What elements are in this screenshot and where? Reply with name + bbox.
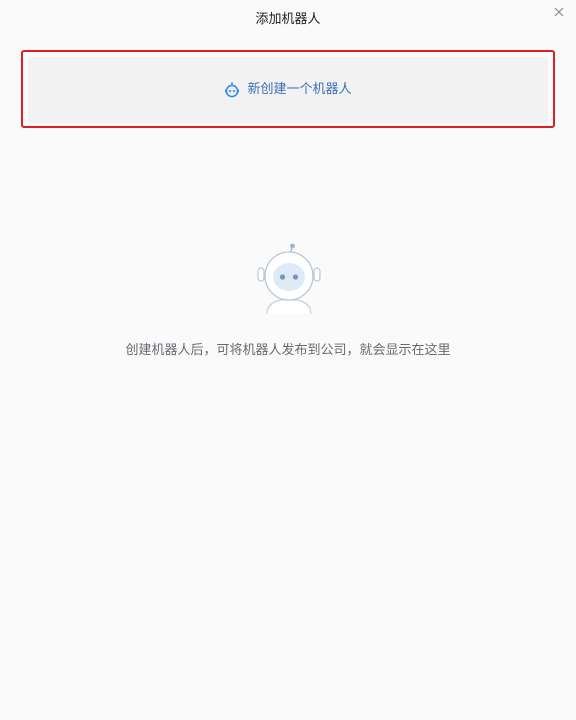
robot-illustration: [257, 243, 321, 315]
create-new-robot-button[interactable]: 新创建一个机器人: [28, 57, 548, 123]
create-new-robot-label: 新创建一个机器人: [247, 82, 352, 97]
add-robot-dialog: 添加机器人 新创建一个机器人 创建机器人后，可将机器人发布到公司，就会显示在这里: [0, 0, 576, 720]
close-icon: [554, 7, 564, 17]
dialog-title: 添加机器人: [255, 12, 321, 27]
robot-icon: [225, 82, 240, 98]
empty-state-message: 创建机器人后，可将机器人发布到公司，就会显示在这里: [125, 343, 451, 358]
close-button[interactable]: [552, 5, 566, 19]
